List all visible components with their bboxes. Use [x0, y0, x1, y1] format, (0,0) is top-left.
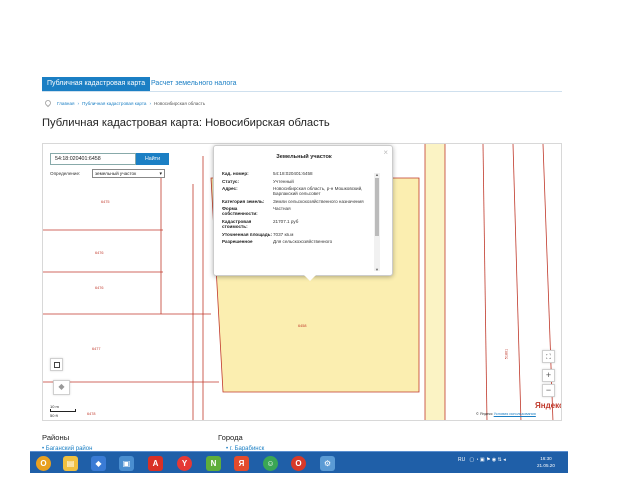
map-scale: 10 m 50 ft: [50, 404, 76, 418]
parcel-label: 6476: [95, 251, 104, 255]
messenger-icon[interactable]: N: [206, 456, 221, 471]
definition-select[interactable]: земельный участок ▾: [92, 169, 165, 178]
popup-body: Кад. номер: 54:18:020401:6458 Статус: Учте…: [222, 171, 384, 271]
system-tray: RU ▢ ◔ ▣ ⚑ ◉ ⇅ ◂: [458, 457, 506, 463]
parcel-label: 6458: [298, 324, 307, 328]
parcel-boundary: [512, 144, 522, 420]
tab-public-cadastral-map[interactable]: Публичная кадастровая карта: [42, 77, 151, 91]
app-icon[interactable]: ◆: [91, 456, 106, 471]
popup-row-value: Частная: [273, 206, 291, 212]
popup-row-value: 7037 кв.м: [273, 231, 294, 237]
definition-selected-value: земельный участок: [95, 171, 137, 176]
opera-icon[interactable]: O: [36, 456, 51, 471]
taskbar: O ▤ ◆ ▣ A Y N Я ☺ O ⚙ RU ▢ ◔ ▣ ⚑ ◉ ⇅ ◂ 1…: [30, 451, 568, 473]
language-indicator[interactable]: RU: [458, 457, 465, 463]
scale-bottom-label: 50 ft: [50, 413, 58, 418]
clock-time: 16:30: [540, 456, 552, 461]
scale-bar: [50, 409, 76, 412]
yandex-app-icon[interactable]: Я: [234, 456, 249, 471]
window-icon[interactable]: ▣: [119, 456, 134, 471]
page-title: Публичная кадастровая карта: Новосибирск…: [42, 117, 330, 129]
fullscreen-button[interactable]: ⛶: [542, 350, 555, 363]
scroll-thumb[interactable]: [375, 178, 379, 236]
cadastral-search-input[interactable]: 54:18:020401:6458: [50, 153, 136, 165]
scroll-down-icon[interactable]: ▼: [374, 267, 380, 272]
layers-icon: ◆: [58, 382, 65, 391]
clock-date: 21.05.20: [537, 463, 555, 468]
fullscreen-icon: ⛶: [546, 354, 551, 361]
layers-toggle-button[interactable]: [50, 358, 63, 371]
popup-row: Уточненная площадь: 7037 кв.м: [222, 232, 384, 237]
popup-row-value: Учтенный: [273, 178, 294, 184]
terms-of-use-link[interactable]: Условия использования: [494, 412, 536, 416]
copyright-text: © Яндекс: [476, 412, 493, 416]
road: [425, 144, 445, 420]
definition-label: Определение:: [50, 171, 81, 176]
parcel-label: 6475: [101, 200, 110, 204]
scroll-up-icon[interactable]: ▲: [374, 172, 380, 177]
location-pin-icon: [43, 98, 53, 108]
pdf-icon[interactable]: A: [148, 456, 163, 471]
tab-land-tax-calculation[interactable]: Расчет земельного налога: [146, 77, 242, 91]
parcel-boundary: [482, 144, 488, 420]
clock[interactable]: 16:30 21.05.20: [537, 455, 555, 469]
game-icon[interactable]: ☺: [263, 456, 278, 471]
zoom-in-button[interactable]: +: [542, 369, 555, 382]
tab-bar: Публичная кадастровая карта Расчет земел…: [42, 77, 562, 92]
popup-row-value: Земли сельскохозяйственного назначения: [273, 198, 364, 204]
popup-row: Разрешенное Для сельскохозяйственного: [222, 239, 384, 244]
opera-gx-icon[interactable]: O: [291, 456, 306, 471]
map-copyright: © Яндекс Условия использования: [476, 412, 536, 416]
breadcrumb-map[interactable]: Публичная кадастровая карта: [82, 101, 146, 106]
parcel-label: 51801: [504, 348, 509, 360]
popup-row-key: Форма собственности:: [222, 206, 258, 217]
chevron-right-icon: ›: [77, 100, 80, 106]
parcel-label: 6477: [92, 347, 101, 351]
popup-row-key: Разрешенное: [222, 239, 253, 245]
yandex-browser-icon[interactable]: Y: [177, 456, 192, 471]
folder-icon[interactable]: ▤: [63, 456, 78, 471]
popup-row-value: Новосибирская область, р-н Мошковский, Б…: [273, 186, 363, 197]
parcel-info-popup: Земельный участок × Кад. номер: 54:18:020…: [213, 145, 393, 281]
popup-row-key: Статус:: [222, 178, 240, 184]
tray-icons: ▢ ◔ ▣ ⚑ ◉ ⇅ ◂: [466, 457, 506, 463]
popup-scrollbar[interactable]: ▲ ▼: [374, 172, 380, 272]
popup-row: Кадастровая стоимость: 21707.1 руб: [222, 219, 384, 229]
popup-row-value: 54:18:020401:6458: [273, 171, 313, 176]
breadcrumb-current: Новосибирская область: [153, 100, 206, 106]
network-icon[interactable]: ⚙: [320, 456, 335, 471]
popup-row-key: Категория земель:: [222, 198, 265, 204]
search-button[interactable]: Найти: [136, 153, 169, 165]
chevron-right-icon: ›: [149, 100, 151, 106]
cities-heading: Города: [218, 433, 243, 442]
popup-row: Категория земель: Земли сельскохозяйствен…: [222, 199, 384, 204]
popup-row: Адрес: Новосибирская область, р-н Мошковс…: [222, 186, 384, 196]
parcel-label: 6476: [95, 286, 104, 290]
popup-row-value: Для сельскохозяйственного: [273, 239, 333, 245]
minus-icon: −: [545, 385, 552, 395]
popup-title: Земельный участок: [276, 154, 332, 160]
square-icon: [53, 362, 60, 368]
popup-row: Форма собственности: Частная: [222, 206, 384, 216]
popup-row-key: Адрес:: [222, 186, 238, 192]
parcel-label: 6478: [87, 412, 96, 416]
popup-row-value: 21707.1 руб: [273, 218, 299, 224]
plus-icon: +: [545, 370, 552, 380]
breadcrumb-home[interactable]: Главная: [57, 101, 74, 106]
popup-row-key: Кад. номер:: [222, 171, 249, 176]
popup-row: Статус: Учтенный: [222, 179, 384, 184]
districts-heading: Районы: [42, 433, 70, 442]
breadcrumb: Главная › Публичная кадастровая карта › …: [43, 98, 206, 108]
close-icon[interactable]: ×: [383, 148, 388, 157]
yandex-logo: Яндекс: [535, 401, 562, 410]
popup-row: Кад. номер: 54:18:020401:6458: [222, 171, 384, 176]
popup-pointer: [304, 275, 316, 281]
chevron-down-icon: ▾: [159, 171, 162, 177]
zoom-out-button[interactable]: −: [542, 384, 555, 397]
popup-row-key: Кадастровая стоимость:: [222, 218, 252, 229]
map-layers-button[interactable]: ◆: [53, 380, 70, 395]
popup-row-key: Уточненная площадь:: [222, 231, 272, 237]
